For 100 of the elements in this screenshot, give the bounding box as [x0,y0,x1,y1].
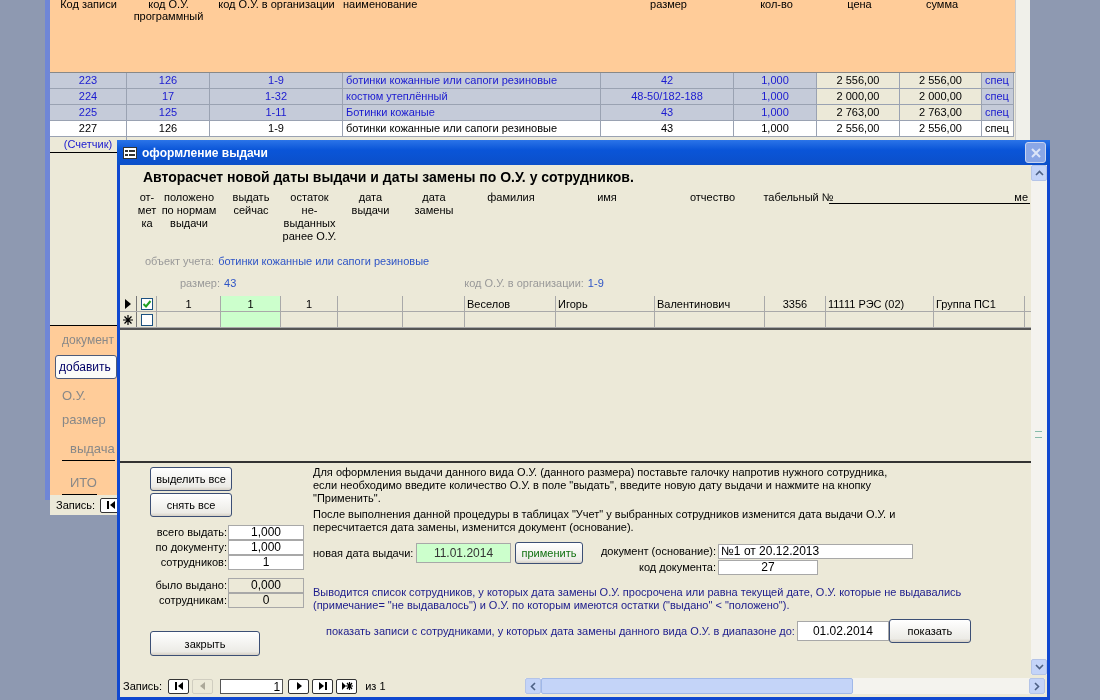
column-header: фамилия [487,191,535,204]
column-header: кол-во [759,0,794,12]
table-cell: 17 [127,89,210,104]
close-button[interactable] [1025,142,1046,163]
record-selector[interactable] [120,312,137,327]
field-label: всего выдать: [155,525,228,540]
table-cell: 2 763,00 [900,105,982,120]
select-all-button[interactable]: выделить все [150,467,232,491]
document-code-field[interactable]: 27 [718,559,818,575]
table-cell: костюм утеплённый [343,89,601,104]
range-label: показать записи с сотрудниками, у которых дата замены данного вида О.У. в диапазоне до: [326,625,795,637]
clear-all-button[interactable]: снять все [150,493,232,517]
size-label: размер: [180,277,220,289]
scroll-right-button[interactable] [1029,678,1045,694]
scroll-thumb[interactable] [541,678,853,694]
new-record-icon [340,681,353,691]
table-cell: 2 556,00 [817,121,900,136]
column-header: положено по нормам выдачи [161,191,217,230]
horizontal-scrollbar[interactable] [525,678,1045,694]
org-code-label: код О.У. в организации: [464,277,584,289]
table-row[interactable]: 224 17 1-32 костюм утеплённый 48-50/182-188 1,000 2 000,00 2 000,00 спец [50,89,1014,105]
scroll-up-button[interactable] [1031,165,1047,181]
table-cell: 126 [127,73,210,88]
column-header: выдать сейчас [232,191,270,217]
first-record-icon [172,681,185,691]
close-icon [1029,146,1042,159]
number-field[interactable]: 1,000 [228,540,304,555]
scroll-left-button[interactable] [525,678,541,694]
table-row[interactable]: 227 126 1-9 ботинки кожанные или сапоги резиновые 43 1,000 2 556,00 2 556,00 спец [50,121,1014,137]
table-cell: 42 [601,73,734,88]
show-button[interactable]: показать [888,619,971,643]
vertical-scrollbar[interactable] [1031,165,1047,675]
table-cell: 48-50/182-188 [601,89,734,104]
record-label: Запись: [56,499,96,511]
table-cell: 2 556,00 [900,73,982,88]
table-cell: спец [982,121,1014,136]
table-cell[interactable] [221,312,281,327]
table-cell: 223 [50,73,127,88]
add-button[interactable]: добавить [55,355,117,379]
document-field[interactable]: №1 от 20.12.2013 [718,543,913,559]
table-cell: 224 [50,89,127,104]
field-label: по документу: [154,540,228,555]
table-cell: 2 556,00 [900,121,982,136]
first-record-icon [104,500,117,510]
table-cell[interactable]: Веселов [465,296,556,311]
object-label: объект учета: [145,254,215,267]
number-field[interactable]: 1,000 [228,525,304,540]
apply-button[interactable]: применить [515,542,583,564]
document-label: документ [62,333,114,347]
number-field[interactable]: 0,000 [228,578,304,593]
note-text: Выводится список сотрудников, у которых дата замены О.У. просрочена или равна текущей дате, О.У. которые не выдавались (примечание= "не выдавалось") и О.У. по которым имеются остатки ("выдано" < "положено"). [313,586,963,612]
issue-label: выдача [62,441,115,461]
table-row[interactable]: 225 125 1-11 Ботинки кожаные 43 1,000 2 763,00 2 763,00 спец [50,105,1014,121]
column-header: дата замены [414,191,454,217]
current-record-icon [124,298,132,309]
close-form-button[interactable]: закрыть [150,631,260,656]
column-header: код О.У. программный [132,0,205,24]
table-cell: 2 556,00 [817,73,900,88]
table-cell[interactable]: Игорь [556,296,655,311]
column-header: Код записи [59,0,118,12]
table-cell: спец [982,73,1014,88]
checkbox[interactable] [140,297,153,310]
checkbox[interactable] [140,313,153,326]
table-cell: 2 000,00 [817,89,900,104]
first-record-button[interactable] [168,678,190,694]
new-record-icon [123,314,133,325]
table-cell: 1-9 [210,121,343,136]
vertical-scrollbar[interactable] [1015,0,1030,140]
scroll-down-button[interactable] [1031,659,1047,675]
field-label: размер [62,412,106,427]
record-number-field[interactable]: 1 [220,678,284,694]
table-cell: 1,000 [734,121,817,136]
table-cell[interactable]: 1 [281,296,338,311]
column-header: код О.У. в организации [217,0,336,12]
last-record-button[interactable] [312,678,334,694]
next-record-button[interactable] [288,678,310,694]
form-icon [123,146,137,159]
column-header: наименование [343,0,419,12]
table-cell[interactable]: 3356 [765,296,826,311]
number-field[interactable]: 1 [228,555,304,570]
date-field[interactable]: 11.01.2014 [416,543,511,563]
number-field[interactable]: 0 [228,593,304,608]
column-header: размер [649,0,688,12]
record-label: Запись: [123,680,163,692]
table-cell: 1-9 [210,73,343,88]
form-heading: Авторасчет новой даты выдачи и даты замены по О.У. у сотрудников. [142,168,635,187]
table-row[interactable]: 223 126 1-9 ботинки кожанные или сапоги резиновые 42 1,000 2 556,00 2 556,00 спец [50,73,1014,89]
table-cell[interactable]: 11111 РЭС (02) [826,296,934,311]
chevron-left-icon [530,681,536,691]
date-field[interactable]: 01.02.2014 [796,621,889,641]
table-cell[interactable]: 1 [221,296,281,311]
table-cell: 1-11 [210,105,343,120]
column-header: остаток не- выданных ранее О.У. [282,191,337,243]
org-code-value: 1-9 [587,277,604,289]
new-record-button[interactable] [336,678,358,694]
table-cell[interactable]: Валентинович [655,296,765,311]
field-label: сотрудников: [159,555,228,570]
table-cell[interactable]: Группа ПС1 [934,296,1025,311]
table-cell: 126 [127,121,210,136]
document-code-label: код документа: [638,559,717,575]
